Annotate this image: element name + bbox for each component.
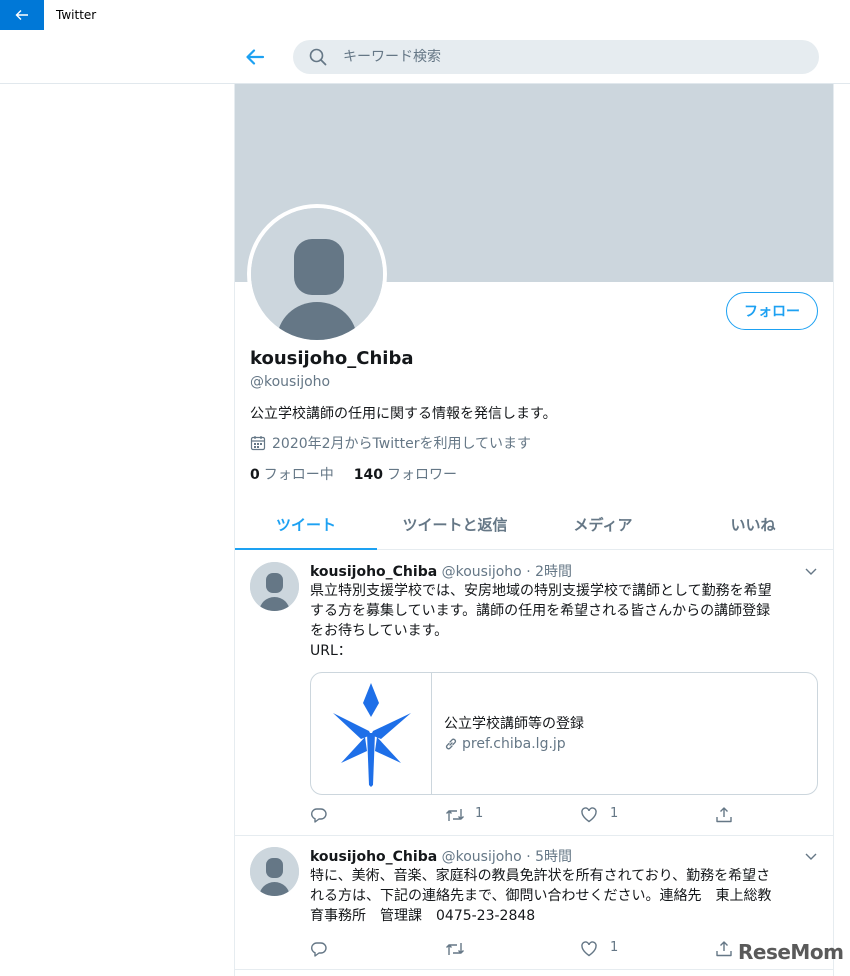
- tweet-time[interactable]: 5時間: [535, 849, 572, 865]
- reply-icon: [311, 808, 327, 823]
- tab-media[interactable]: メディア: [533, 502, 673, 549]
- search-input[interactable]: [343, 40, 803, 74]
- tweet-actions: 1 1: [310, 805, 755, 825]
- watermark-logo: ReseMom: [738, 940, 844, 964]
- profile-bio: 公立学校講師の任用に関する情報を発信します。: [250, 406, 557, 422]
- chevron-down-icon[interactable]: [803, 848, 819, 864]
- profile-stats: 0 フォロー中 140 フォロワー: [250, 464, 477, 484]
- follow-button[interactable]: フォロー: [726, 292, 818, 330]
- tweet-text: 県立特別支援学校では、安房地域の特別支援学校で講師として勤務を希望 する方を募集…: [310, 581, 815, 661]
- link-icon: [445, 738, 457, 750]
- nav-back-button[interactable]: [240, 42, 270, 72]
- joined-text: 2020年2月からTwitterを利用しています: [272, 436, 532, 452]
- tab-tweets[interactable]: ツイート: [235, 502, 377, 550]
- tweet-text-line: をお待ちしています。: [310, 623, 449, 639]
- retweet-icon: [446, 809, 464, 821]
- retweet-button[interactable]: 1: [445, 805, 580, 825]
- link-card-title: 公立学校講師等の登録: [444, 716, 584, 732]
- share-icon: [716, 941, 732, 957]
- tweet-separator: ·: [526, 564, 531, 580]
- back-arrow-icon: [246, 49, 265, 65]
- following-label: フォロー中: [263, 467, 334, 483]
- profile-column: フォロー kousijoho_Chiba @kousijoho 公立学校講師の任…: [234, 84, 834, 976]
- reply-button[interactable]: [310, 939, 445, 959]
- reply-button[interactable]: [310, 805, 445, 825]
- followers-count: 140: [353, 467, 383, 483]
- link-card-image: [311, 673, 432, 794]
- tab-likes[interactable]: いいね: [673, 502, 833, 549]
- tweet-text-line: 特に、美術、音楽、家庭科の教員免許状を所有されており、勤務を希望さ: [310, 868, 771, 884]
- like-button[interactable]: 1: [580, 939, 715, 959]
- profile-tabs: ツイート ツイートと返信 メディア いいね: [235, 502, 833, 550]
- tweet-header: kousijoho_Chiba @kousijoho · 5時間: [310, 846, 572, 866]
- like-button[interactable]: 1: [580, 805, 715, 825]
- profile-display-name: kousijoho_Chiba: [250, 348, 414, 369]
- tweet-author-handle[interactable]: @kousijoho: [442, 564, 522, 580]
- chevron-down-icon[interactable]: [803, 563, 819, 579]
- tweet-avatar[interactable]: [250, 847, 299, 896]
- retweet-button[interactable]: [445, 939, 580, 959]
- profile-handle: @kousijoho: [250, 374, 331, 390]
- tweet-author-name[interactable]: kousijoho_Chiba: [310, 849, 437, 865]
- share-icon: [716, 807, 732, 823]
- default-avatar-icon: [251, 208, 383, 340]
- tweet-separator: ·: [526, 849, 531, 865]
- default-avatar-icon: [250, 847, 299, 896]
- tweet-actions: 1: [310, 939, 755, 959]
- tweet-avatar[interactable]: [250, 562, 299, 611]
- followers-link[interactable]: 140 フォロワー: [354, 464, 457, 484]
- heart-icon: [581, 807, 597, 823]
- top-nav: [0, 30, 850, 84]
- tweet-text-line: URL：: [310, 643, 352, 659]
- profile-joined: 2020年2月からTwitterを利用しています: [250, 433, 531, 453]
- like-count: 1: [610, 940, 619, 955]
- link-card-domain-text: pref.chiba.lg.jp: [462, 736, 566, 752]
- link-card-domain: pref.chiba.lg.jp: [444, 736, 566, 752]
- window-title: Twitter: [56, 8, 97, 22]
- following-link[interactable]: 0 フォロー中: [250, 464, 334, 484]
- tweet-header: kousijoho_Chiba @kousijoho · 2時間: [310, 561, 572, 581]
- chiba-prefecture-emblem: [333, 683, 411, 787]
- tweet-time[interactable]: 2時間: [535, 564, 572, 580]
- like-count: 1: [610, 806, 619, 821]
- window-titlebar: Twitter: [0, 0, 850, 30]
- search-bar[interactable]: [293, 40, 819, 74]
- reply-icon: [311, 942, 327, 957]
- following-count: 0: [250, 467, 260, 483]
- back-arrow-icon: [15, 10, 28, 20]
- tweet-text-line: れる方は、下記の連絡先まで、御問い合わせください。連絡先 東上総教: [310, 888, 772, 904]
- profile-avatar[interactable]: [247, 204, 387, 344]
- search-icon: [309, 48, 327, 66]
- share-button[interactable]: [715, 805, 755, 825]
- tweet-text-line: する方を募集しています。講師の任用を希望される皆さんからの講師登録: [310, 603, 771, 619]
- tweet[interactable]: kousijoho_Chiba @kousijoho · 2時間 県立特別支援学…: [235, 551, 833, 836]
- followers-label: フォロワー: [386, 467, 457, 483]
- calendar-icon: [250, 436, 266, 451]
- tab-tweets-and-replies[interactable]: ツイートと返信: [377, 502, 533, 549]
- tweet-author-handle[interactable]: @kousijoho: [442, 849, 522, 865]
- retweet-count: 1: [475, 806, 484, 821]
- default-avatar-icon: [250, 562, 299, 611]
- tweet-author-name[interactable]: kousijoho_Chiba: [310, 564, 437, 580]
- window-back-button[interactable]: [0, 0, 44, 30]
- tweet-text-line: 育事務所 管理課 0475-23-2848: [310, 908, 536, 924]
- link-card[interactable]: 公立学校講師等の登録 pref.chiba.lg.jp: [310, 672, 818, 795]
- retweet-icon: [446, 943, 464, 955]
- tweet-text: 特に、美術、音楽、家庭科の教員免許状を所有されており、勤務を希望さ れる方は、下…: [310, 866, 815, 926]
- heart-icon: [581, 941, 597, 957]
- tweet-text-line: 県立特別支援学校では、安房地域の特別支援学校で講師として勤務を希望: [310, 583, 772, 599]
